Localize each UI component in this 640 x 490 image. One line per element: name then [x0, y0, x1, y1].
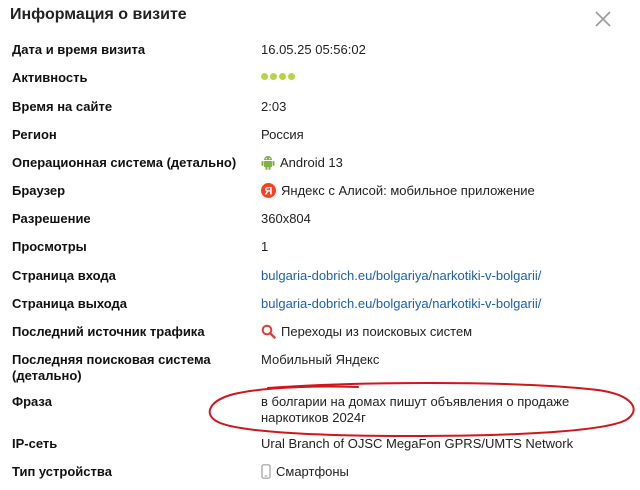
entry-page-value: bulgaria-dobrich.eu/bolgariya/narkotiki-…	[261, 268, 631, 284]
activity-dots	[261, 70, 295, 80]
row-label: Время на сайте	[12, 99, 113, 114]
search-engine-value: Мобильный Яндекс	[261, 352, 380, 367]
row-label: Страница выхода	[12, 296, 128, 311]
traffic-source-value: Переходы из поисковых систем	[261, 324, 631, 340]
resolution-value: 360x804	[261, 211, 311, 226]
android-icon	[261, 156, 275, 170]
device-type-text: Смартфоны	[276, 464, 349, 479]
row-label: Активность	[12, 70, 88, 85]
traffic-source-text: Переходы из поисковых систем	[281, 324, 473, 339]
close-icon	[595, 11, 611, 27]
row-label: Дата и время визита	[12, 42, 146, 57]
ip-network-value: Ural Branch of OJSC MegaFon GPRS/UMTS Ne…	[261, 436, 574, 451]
row-label: Разрешение	[12, 211, 91, 226]
time-on-site-value: 2:03	[261, 99, 287, 114]
activity-value	[261, 70, 631, 80]
row-label: Последний источник трафика	[12, 324, 205, 339]
exit-page-link[interactable]: bulgaria-dobrich.eu/bolgariya/narkotiki-…	[261, 296, 541, 312]
entry-page-link[interactable]: bulgaria-dobrich.eu/bolgariya/narkotiki-…	[261, 268, 541, 284]
activity-dot	[279, 73, 286, 80]
yandex-icon: Я	[261, 183, 276, 198]
phrase-value: в болгарии на домах пишут объявления о п…	[261, 394, 631, 426]
activity-dot	[288, 73, 295, 80]
smartphone-icon	[261, 464, 271, 479]
device-type-value: Смартфоны	[261, 464, 631, 480]
browser-text: Яндекс с Алисой: мобильное приложение	[281, 183, 535, 198]
browser-value: Я Яндекс с Алисой: мобильное приложение	[261, 183, 631, 199]
pageviews-value: 1	[261, 239, 269, 254]
row-label: Браузер	[12, 183, 66, 198]
page-title: Информация о визите	[10, 6, 187, 23]
search-icon	[261, 324, 276, 339]
row-label: Последняя поисковая система (детально)	[12, 352, 211, 383]
row-label: Операционная система (детально)	[12, 155, 237, 170]
svg-text:Я: Я	[265, 186, 273, 198]
os-text: Android 13	[280, 155, 343, 170]
os-value: Android 13	[261, 155, 631, 171]
visit-datetime-value: 16.05.25 05:56:02	[261, 42, 366, 57]
activity-dot	[261, 73, 268, 80]
row-label: Регион	[12, 127, 57, 142]
region-value: Россия	[261, 127, 304, 142]
activity-dot	[270, 73, 277, 80]
row-label: Просмотры	[12, 239, 87, 254]
search-phrase-text: в болгарии на домах пишут объявления о п…	[261, 394, 570, 425]
row-label: Фраза	[12, 394, 52, 409]
close-button[interactable]	[592, 8, 614, 30]
row-label: IP-сеть	[12, 436, 58, 451]
exit-page-value: bulgaria-dobrich.eu/bolgariya/narkotiki-…	[261, 296, 631, 312]
row-label: Тип устройства	[12, 464, 112, 479]
row-label: Страница входа	[12, 268, 116, 283]
